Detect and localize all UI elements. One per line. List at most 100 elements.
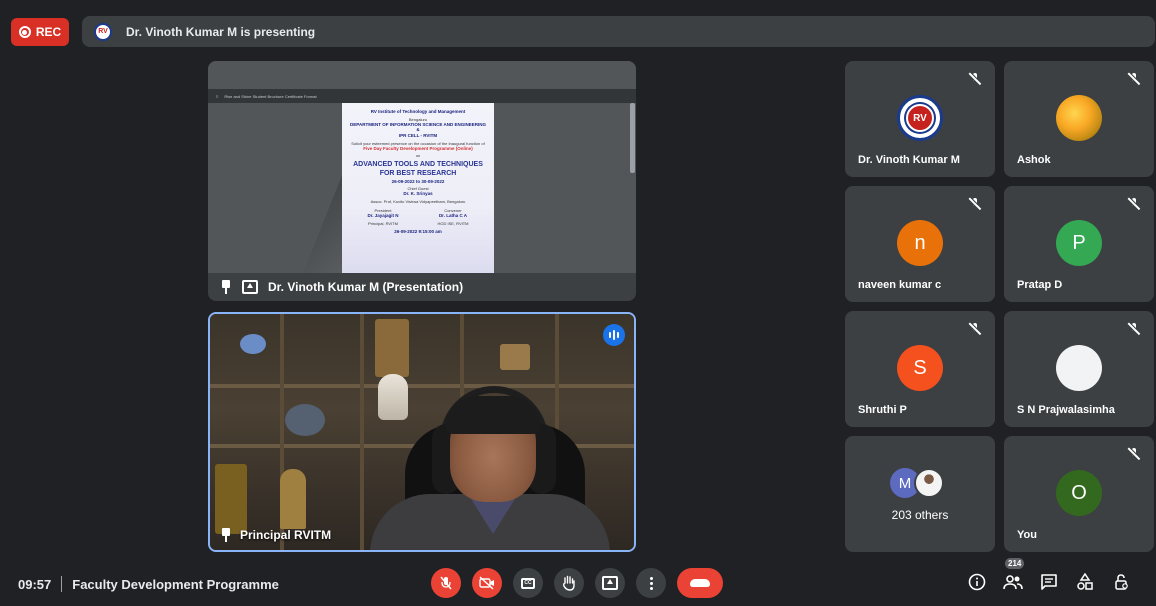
- mic-off-icon: [1127, 72, 1141, 86]
- slide-convener-block: Convener Dr. Latha C A HOD ISE, RVITM: [437, 206, 468, 226]
- slide-cell: IPR CELL - RVITM: [398, 132, 438, 138]
- mic-toggle-button[interactable]: [431, 568, 461, 598]
- principal-video-tile[interactable]: Principal RVITM: [208, 312, 636, 552]
- slide-institution: RV Institute of Technology and Managemen…: [370, 109, 466, 114]
- slide-on: on: [415, 153, 421, 159]
- pdf-toolbar: ≡ Rise and Shine Student Brochure Certif…: [208, 89, 636, 103]
- captions-button[interactable]: CC: [513, 568, 543, 598]
- slide-officials: President Dr. Jayajagit N Principal, RVI…: [348, 206, 488, 226]
- chat-button[interactable]: [1038, 571, 1060, 593]
- slide-topic: ADVANCED TOOLS AND TECHNIQUES FOR BEST R…: [353, 161, 483, 177]
- presenting-text: Dr. Vinoth Kumar M is presenting: [126, 24, 316, 39]
- speaking-indicator-icon: [603, 324, 625, 346]
- slide-invite: Solicit your esteemed presence on the oc…: [351, 140, 485, 146]
- slide-chief-guest: Dr. K. Srinyas: [403, 191, 433, 197]
- host-controls-button[interactable]: [1110, 571, 1132, 593]
- activities-button[interactable]: [1074, 571, 1096, 593]
- mic-off-icon: [1127, 322, 1141, 336]
- rv-logo-icon: RV: [906, 104, 934, 132]
- slide-dates: 26-09-2022 to 30-09-2022: [391, 178, 445, 184]
- bicycle-trophy: [285, 404, 325, 436]
- participant-tile[interactable]: RV Dr. Vinoth Kumar M: [845, 61, 995, 177]
- participant-tile[interactable]: P Pratap D: [1004, 186, 1154, 302]
- activities-icon: [1077, 573, 1093, 590]
- video-feed: [210, 314, 634, 550]
- slide-time: 26-09-2022 9:15:00 am: [394, 228, 442, 234]
- globe-trophy: [240, 334, 266, 354]
- slide-decoration: [303, 173, 343, 273]
- pdf-title: Rise and Shine Student Brochure Certific…: [224, 93, 317, 99]
- slide-convener: Dr. Latha C A: [438, 212, 468, 218]
- people-button[interactable]: 214: [1002, 558, 1025, 593]
- more-options-button[interactable]: [636, 568, 666, 598]
- info-icon: [968, 573, 986, 591]
- chat-icon: [1041, 574, 1057, 590]
- participant-name: Ashok: [1017, 154, 1051, 166]
- mic-off-icon: [968, 197, 982, 211]
- participant-tile[interactable]: n naveen kumar c: [845, 186, 995, 302]
- shared-screen: ≡ Rise and Shine Student Brochure Certif…: [208, 61, 636, 273]
- others-tile[interactable]: M 203 others: [845, 436, 995, 552]
- leave-call-button[interactable]: [677, 568, 723, 598]
- more-vert-icon: [649, 576, 653, 590]
- participant-tile[interactable]: S N Prajwalasimha: [1004, 311, 1154, 427]
- participant-name: You: [1017, 529, 1037, 541]
- pdf-viewer: RV Institute of Technology and Managemen…: [208, 103, 636, 273]
- present-icon[interactable]: [242, 280, 258, 294]
- side-panel-buttons: 214: [966, 558, 1132, 593]
- bust-statue: [378, 374, 408, 420]
- avatar: S: [897, 345, 943, 391]
- pdf-scrollbar[interactable]: [630, 103, 635, 173]
- others-avatars: M: [890, 468, 950, 498]
- self-tile[interactable]: O You: [1004, 436, 1154, 552]
- shelf: [210, 384, 634, 388]
- video-label: Principal RVITM: [240, 528, 332, 542]
- hand-icon: [562, 575, 575, 591]
- present-icon: [602, 576, 618, 590]
- participant-name: Pratap D: [1017, 279, 1063, 291]
- others-count: 203 others: [891, 508, 949, 522]
- participant-name: S N Prajwalasimha: [1017, 404, 1115, 416]
- slide-convener-role: HOD ISE, RVITM: [437, 220, 469, 226]
- clock-time: 09:57: [18, 576, 52, 592]
- meeting-info: 09:57 Faculty Development Programme: [18, 576, 279, 592]
- meet-window: REC RV Dr. Vinoth Kumar M is presenting …: [0, 0, 1156, 606]
- participant-tile[interactable]: S Shruthi P: [845, 311, 995, 427]
- avatar: [1056, 95, 1102, 141]
- award-trophy: [280, 469, 306, 529]
- slide-president: Dr. Jayajagit N: [367, 212, 399, 218]
- participant-name: Dr. Vinoth Kumar M: [858, 154, 960, 166]
- slide-president-block: President Dr. Jayajagit N Principal, RVI…: [367, 206, 398, 226]
- avatar: RV: [897, 95, 943, 141]
- pin-icon[interactable]: [220, 280, 232, 294]
- slide-programme: Five Day Faculty Development Programme (…: [363, 145, 473, 151]
- pin-icon[interactable]: [220, 528, 232, 542]
- avatar: [1056, 345, 1102, 391]
- video-label-bar: Principal RVITM: [220, 528, 331, 542]
- camera-off-icon: [479, 576, 494, 590]
- plaque: [215, 464, 247, 534]
- recording-badge[interactable]: REC: [11, 18, 69, 46]
- camera-toggle-button[interactable]: [472, 568, 502, 598]
- mic-off-icon: [1127, 447, 1141, 461]
- presentation-tile[interactable]: ≡ Rise and Shine Student Brochure Certif…: [208, 61, 636, 301]
- host-controls-icon: [1115, 574, 1128, 590]
- present-now-button[interactable]: [595, 568, 625, 598]
- person-hair: [446, 396, 540, 434]
- rec-label: REC: [35, 25, 62, 39]
- avatar: [914, 468, 944, 498]
- participant-name: naveen kumar c: [858, 279, 942, 291]
- slide-chief-guest-role: Assoc. Prof, Kuvitu Vishwa Vidyapeetham,…: [370, 198, 466, 204]
- participant-tile[interactable]: Ashok: [1004, 61, 1154, 177]
- divider: [61, 576, 63, 592]
- avatar: O: [1056, 470, 1102, 516]
- record-icon: [18, 26, 31, 38]
- meeting-details-button[interactable]: [966, 571, 988, 593]
- raise-hand-button[interactable]: [554, 568, 584, 598]
- slide-president-role: Principal, RVITM: [368, 220, 398, 226]
- call-controls: CC: [431, 568, 723, 598]
- avatar: n: [897, 220, 943, 266]
- mic-off-icon: [440, 576, 452, 590]
- captions-icon: CC: [521, 577, 535, 589]
- mic-off-icon: [968, 72, 982, 86]
